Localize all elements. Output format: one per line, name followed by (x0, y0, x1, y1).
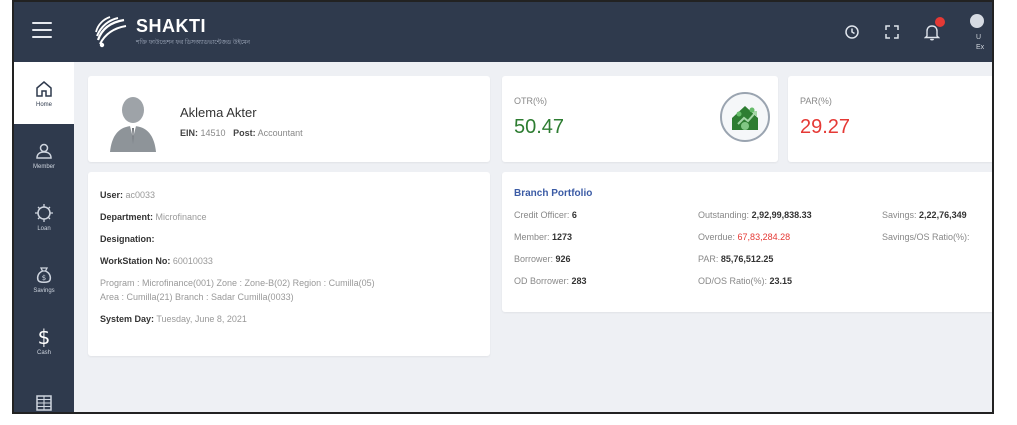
sidebar-item-label: Cash (36, 349, 51, 356)
od-os-ratio: OD/OS Ratio(%): 23.15 (698, 276, 793, 286)
savings-os-ratio: Savings/OS Ratio(%): (882, 232, 970, 242)
par-card: PAR(%) 29.27 (788, 76, 992, 162)
app-logo[interactable]: SHAKTI শক্তি ফাউন্ডেশন ফর ডিসঅ্যাডভান্টে… (92, 11, 250, 53)
sidebar-item-reports[interactable] (14, 372, 74, 412)
avatar (106, 88, 160, 152)
member-icon (36, 143, 52, 159)
sidebar-item-label: Loan (37, 225, 51, 232)
growth-house-icon (720, 92, 770, 142)
branch-portfolio-title: Branch Portfolio (514, 188, 593, 199)
user-menu[interactable]: U Ex (970, 2, 992, 62)
savings-icon: $ (36, 266, 52, 283)
par-label: PAR(%) (800, 96, 832, 106)
svg-text:$: $ (42, 274, 46, 282)
sidebar-item-savings[interactable]: $ Savings (14, 248, 74, 310)
user-role-short: Ex (976, 44, 985, 51)
area-branch-line: Area : Cumilla(21) Branch : Sadar Cumill… (100, 292, 294, 302)
app-subtitle: শক্তি ফাউন্ডেশন ফর ডিসঅ্যাডভান্টেজড উইমে… (136, 39, 251, 46)
menu-toggle-icon[interactable] (32, 22, 52, 38)
program-line: Program : Microfinance(001) Zone : Zone-… (100, 278, 375, 288)
borrower-count: Borrower: 926 (514, 254, 571, 264)
designation: Designation: (100, 234, 155, 244)
otr-label: OTR(%) (514, 96, 547, 106)
overdue: Overdue: 67,83,284.28 (698, 232, 791, 242)
user-info-card: User: ac0033 Department: Microfinance De… (88, 172, 490, 356)
cash-icon: $ (38, 327, 51, 347)
profile-card: Aklema Akter EIN: 14510 Post: Accountant (88, 76, 490, 162)
savings: Savings: 2,22,76,349 (882, 210, 967, 220)
member-count: Member: 1273 (514, 232, 573, 242)
svg-text:$: $ (38, 327, 51, 347)
app-title: SHAKTI (136, 15, 206, 36)
outstanding: Outstanding: 2,92,99,838.33 (698, 210, 812, 220)
shakti-logo-icon (95, 16, 127, 48)
workstation-no: WorkStation No: 60010033 (100, 256, 213, 266)
credit-officer: Credit Officer: 6 (514, 210, 577, 220)
sidebar-item-home[interactable]: Home (14, 62, 74, 124)
sidebar-item-label: Home (35, 101, 52, 108)
system-day: System Day: Tuesday, June 8, 2021 (100, 314, 247, 324)
avatar (970, 14, 984, 28)
top-navbar: SHAKTI শক্তি ফাউন্ডেশন ফর ডিসঅ্যাডভান্টে… (14, 2, 992, 62)
notification-badge (935, 17, 945, 27)
otr-card: OTR(%) 50.47 (502, 76, 778, 162)
clock-icon[interactable] (844, 24, 860, 40)
sidebar-item-label: Savings (33, 287, 55, 294)
sidebar-item-cash[interactable]: $ Cash (14, 310, 74, 372)
par-value: 29.27 (800, 116, 851, 138)
fullscreen-icon[interactable] (884, 24, 900, 40)
profile-name: Aklema Akter (180, 105, 257, 120)
od-borrower-count: OD Borrower: 283 (514, 276, 587, 286)
user-id: User: ac0033 (100, 190, 156, 200)
notification-button[interactable] (923, 17, 945, 41)
branch-portfolio-card: Branch Portfolio Credit Officer: 6 Membe… (502, 172, 992, 312)
otr-value: 50.47 (514, 116, 565, 138)
profile-ein-post: EIN: 14510 Post: Accountant (180, 128, 303, 138)
par-amount: PAR: 85,76,512.25 (698, 254, 774, 264)
topbar-actions: U Ex (844, 2, 992, 62)
home-icon (36, 80, 52, 97)
user-name-short: U (976, 34, 982, 41)
sidebar-item-label: Member (32, 163, 55, 170)
sidebar-item-loan[interactable]: Loan (14, 186, 74, 248)
app-window: SHAKTI শক্তি ফাউন্ডেশন ফর ডিসঅ্যাডভান্টে… (12, 0, 994, 414)
grid-icon (36, 395, 52, 411)
department: Department: Microfinance (100, 212, 207, 222)
sidebar-item-member[interactable]: Member (14, 124, 74, 186)
loan-icon (35, 203, 53, 222)
sidebar: Home Member Loan $ Savings $ Cash (14, 62, 74, 412)
